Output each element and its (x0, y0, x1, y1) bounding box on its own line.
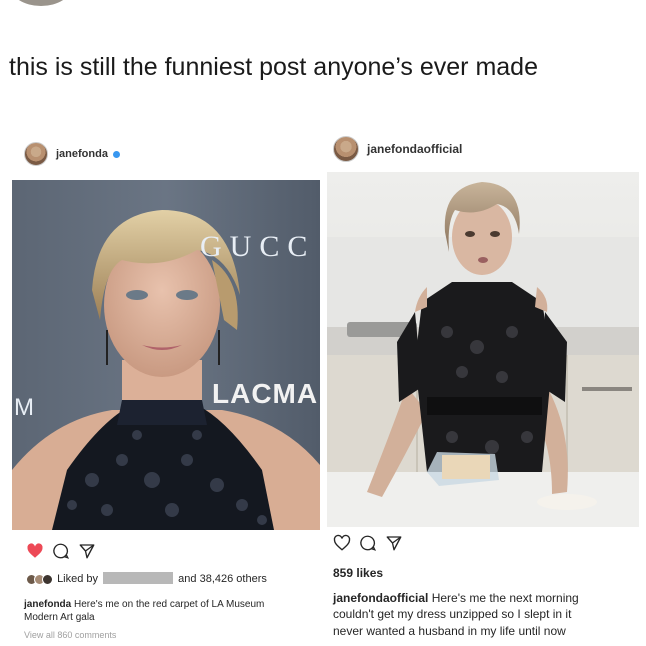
view-comments-link[interactable]: View all 860 comments (24, 628, 116, 642)
heart-filled-icon[interactable] (26, 542, 44, 560)
kitchen-photo (327, 172, 639, 527)
right-caption-line-3: never wanted a husband in my life until … (333, 624, 566, 638)
redacted-name (103, 572, 174, 584)
left-caption: janefonda Here's me on the red carpet of… (24, 598, 264, 612)
left-caption-line-2: Modern Art gala (24, 612, 95, 623)
left-avatar[interactable] (24, 142, 48, 166)
left-username[interactable]: janefonda (56, 148, 108, 160)
right-post-photo (327, 172, 639, 527)
top-avatar (10, 0, 72, 6)
left-liked-by: Liked by and 38,426 others (26, 572, 267, 586)
liked-by-suffix[interactable]: and 38,426 others (178, 573, 267, 585)
heart-outline-icon[interactable] (333, 534, 351, 552)
share-icon[interactable] (78, 542, 96, 560)
right-caption-username[interactable]: janefondaofficial (333, 591, 428, 605)
left-caption-line-1: Here's me on the red carpet of LA Museum (74, 599, 265, 610)
right-actions (333, 534, 403, 552)
right-caption-line-1: Here's me the next morning (431, 591, 579, 605)
comment-icon[interactable] (359, 534, 377, 552)
right-post-header: janefondaofficial (333, 136, 462, 162)
right-likes-count[interactable]: 859 likes (333, 566, 383, 580)
share-icon[interactable] (385, 534, 403, 552)
left-post-photo: GUCC LACMA M (12, 180, 320, 530)
left-actions (26, 542, 96, 560)
verified-badge-icon (112, 150, 120, 158)
lacma-sign: LACMA (212, 378, 319, 409)
liker-avatars (26, 574, 53, 585)
right-username[interactable]: janefondaofficial (367, 142, 462, 156)
left-caption-username[interactable]: janefonda (24, 599, 71, 610)
right-post: janefondaofficial 859 likes janefondaoff… (327, 128, 639, 646)
liked-by-prefix: Liked by (57, 573, 99, 585)
left-post-header: janefonda (24, 142, 120, 166)
comment-icon[interactable] (52, 542, 70, 560)
left-post: janefonda GUCC LACMA M Liked by and 38,4… (12, 128, 320, 646)
right-caption: janefondaofficial Here's me the next mor… (333, 590, 579, 606)
right-caption-line-2: couldn't get my dress unzipped so I slep… (333, 607, 572, 621)
gucci-sign: GUCC (200, 230, 316, 263)
headline: this is still the funniest post anyone’s… (9, 53, 538, 81)
m-sign: M (14, 394, 34, 421)
right-avatar[interactable] (333, 136, 359, 162)
